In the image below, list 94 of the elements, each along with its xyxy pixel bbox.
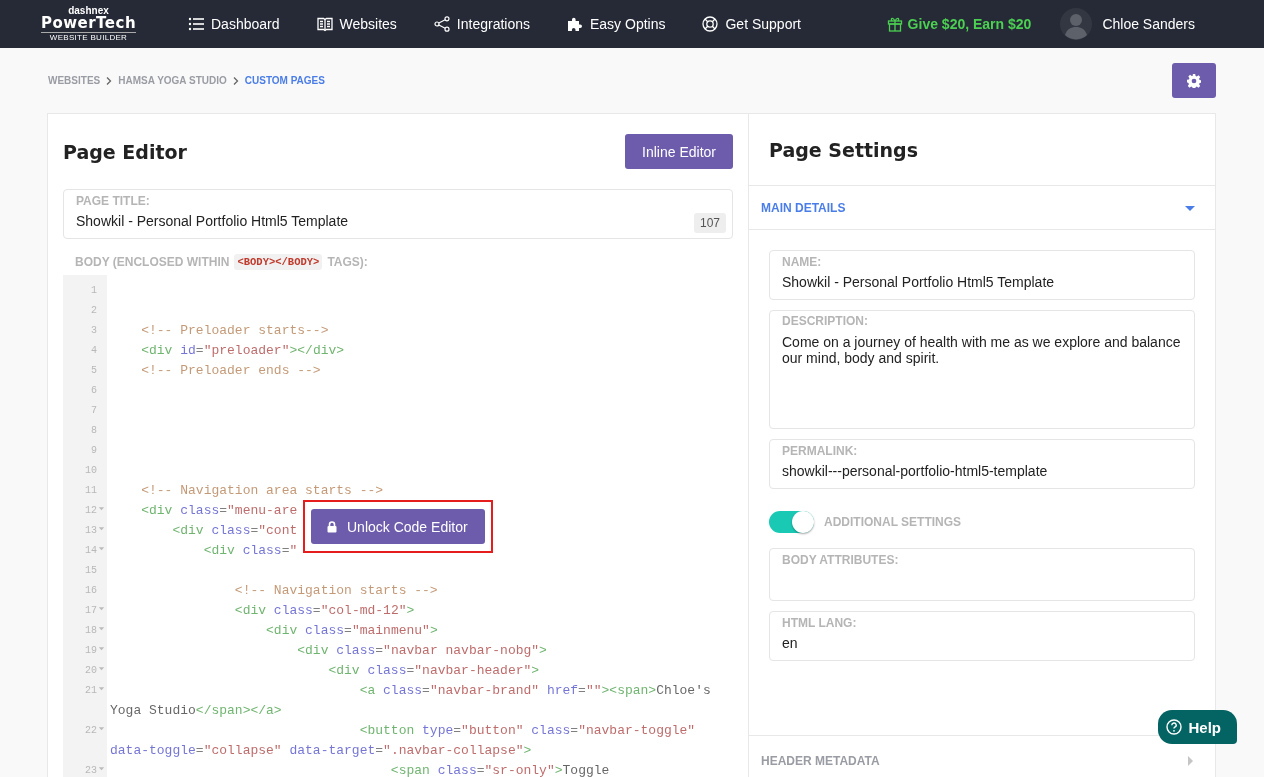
line-number: 5 xyxy=(91,365,97,376)
settings-icon xyxy=(1187,73,1201,88)
code-line: <!-- Navigation area starts --> xyxy=(140,482,384,500)
fold-arrow-icon[interactable] xyxy=(98,725,105,732)
code-line: <div class="navbar navbar-nobg"> xyxy=(296,642,547,660)
line-number: 4 xyxy=(91,345,97,356)
code-line: <div class="navbar-header"> xyxy=(327,662,540,680)
character-count: 107 xyxy=(693,213,726,233)
field-value[interactable]: Showkil - Personal Portfolio Html5 Template xyxy=(782,269,1182,299)
avatar-icon[interactable] xyxy=(1060,8,1093,40)
code-tag: <BODY></BODY> xyxy=(234,254,323,270)
nav-link[interactable]: Integrations xyxy=(433,16,530,32)
gift-icon xyxy=(886,16,903,32)
field-value[interactable]: Showkil - Personal Portfolio Html5 Template xyxy=(76,208,686,238)
fold-arrow-icon[interactable] xyxy=(98,505,105,512)
text-field[interactable]: DESCRIPTION: Come on a journey of health with me as we explore and balance our mind, body and spirit. xyxy=(769,310,1195,429)
field-value[interactable]: Come on a journey of health with me as we explore and balance our mind, body and spirit. xyxy=(782,328,1182,375)
code-line: <div id="preloader"></div> xyxy=(140,342,345,360)
text-field[interactable]: HTML LANG: en xyxy=(769,611,1195,661)
inline-editor-button[interactable]: Inline Editor xyxy=(625,134,733,169)
fold-arrow-icon[interactable] xyxy=(98,685,105,692)
unlock-code-editor-button[interactable]: Unlock Code Editor xyxy=(311,509,485,544)
fold-arrow-icon[interactable] xyxy=(98,645,105,652)
field-label: PERMALINK: xyxy=(782,444,859,458)
line-number: 11 xyxy=(85,485,97,496)
line-number: 15 xyxy=(85,565,97,576)
field-label: DESCRIPTION: xyxy=(782,315,869,329)
line-number: 1 xyxy=(91,285,97,296)
code-line: <button type="button" class="navbar-toggle" data-toggle="collapse" data-target=".navbar-collapse"> xyxy=(110,722,697,760)
panel-title: Page Editor xyxy=(63,140,187,163)
fold-arrow-icon[interactable] xyxy=(98,545,105,552)
code-line: <a class="navbar-brand" href=""><span>Chloe's Yoga Studio</span></a> xyxy=(110,682,712,720)
line-number: 3 xyxy=(91,325,97,336)
field-value[interactable]: showkil---personal-portfolio-html5-template xyxy=(782,458,1182,488)
lifebuoy-icon xyxy=(702,16,719,32)
fold-arrow-icon[interactable] xyxy=(98,525,105,532)
chevron-right-icon xyxy=(232,76,239,85)
help-button[interactable]: Help xyxy=(1158,710,1237,744)
text-field[interactable]: PERMALINK: showkil---personal-portfolio-html5-template xyxy=(769,439,1195,489)
nav-link[interactable]: Websites xyxy=(316,16,397,32)
line-number: 2 xyxy=(91,305,97,316)
nav-link[interactable]: Dashboard xyxy=(188,16,280,32)
fold-arrow-icon[interactable] xyxy=(98,765,105,772)
line-number: 18 xyxy=(85,625,97,636)
code-line: <div class="col-md-12"> xyxy=(233,602,415,620)
line-number: 20 xyxy=(85,665,97,676)
settings-button[interactable] xyxy=(1172,63,1216,98)
line-number: 21 xyxy=(85,685,97,696)
line-number: 13 xyxy=(85,525,97,536)
lock-icon xyxy=(327,520,337,533)
code-line: <div class=" xyxy=(202,542,298,560)
user-name[interactable]: Chloe Sanders xyxy=(1102,16,1195,32)
nav-link[interactable]: Easy Optins xyxy=(567,16,666,32)
help-icon xyxy=(1166,719,1183,735)
chevron-right-icon xyxy=(106,76,113,85)
code-line: <!-- Preloader ends --> xyxy=(140,362,321,380)
toggle-switch[interactable] xyxy=(769,511,814,533)
line-number: 7 xyxy=(91,405,97,416)
code-line: <div class="cont xyxy=(171,522,298,540)
fold-arrow-icon[interactable] xyxy=(98,625,105,632)
text-field[interactable]: NAME: Showkil - Personal Portfolio Html5 Template xyxy=(769,250,1195,300)
breadcrumb-link[interactable]: CUSTOM PAGES xyxy=(244,75,325,86)
line-number: 17 xyxy=(85,605,97,616)
body-label: BODY (ENCLOSED WITHIN xyxy=(75,255,230,269)
panel-title: Page Settings xyxy=(769,138,919,161)
body-label: TAGS): xyxy=(327,255,368,269)
toggle-label: ADDITIONAL SETTINGS xyxy=(824,515,962,529)
fold-arrow-icon[interactable] xyxy=(98,605,105,612)
field-label: NAME: xyxy=(782,255,823,269)
code-line: <!-- Navigation starts --> xyxy=(233,582,438,600)
line-number: 12 xyxy=(85,505,97,516)
fold-arrow-icon[interactable] xyxy=(98,665,105,672)
share-icon xyxy=(433,16,450,32)
code-line: <span class="sr-only">Toggle xyxy=(389,762,610,777)
field-label: PAGE TITLE: xyxy=(76,194,151,208)
line-number: 16 xyxy=(85,585,97,596)
field-label: BODY ATTRIBUTES: xyxy=(782,553,900,567)
code-line: <!-- Preloader starts--> xyxy=(140,322,329,340)
line-number: 22 xyxy=(85,725,97,736)
field-label: HTML LANG: xyxy=(782,616,858,630)
line-number: 14 xyxy=(85,545,97,556)
puzzle-icon xyxy=(567,16,583,32)
line-number: 19 xyxy=(85,645,97,656)
line-number: 10 xyxy=(85,465,97,476)
code-line: <div class="menu-are xyxy=(140,502,298,520)
book-icon xyxy=(316,16,333,32)
line-number: 23 xyxy=(85,765,97,776)
page-title-field[interactable]: PAGE TITLE: Showkil - Personal Portfolio Html5 Template 107 xyxy=(63,189,733,239)
list-icon xyxy=(188,16,204,32)
nav-link[interactable]: Get Support xyxy=(702,16,801,32)
referral-link[interactable]: Give $20, Earn $20 xyxy=(886,16,1032,32)
code-line: <div class="mainmenu"> xyxy=(265,622,438,640)
section-header[interactable]: MAIN DETAILS xyxy=(749,185,1215,230)
field-value[interactable]: en xyxy=(782,630,1182,660)
